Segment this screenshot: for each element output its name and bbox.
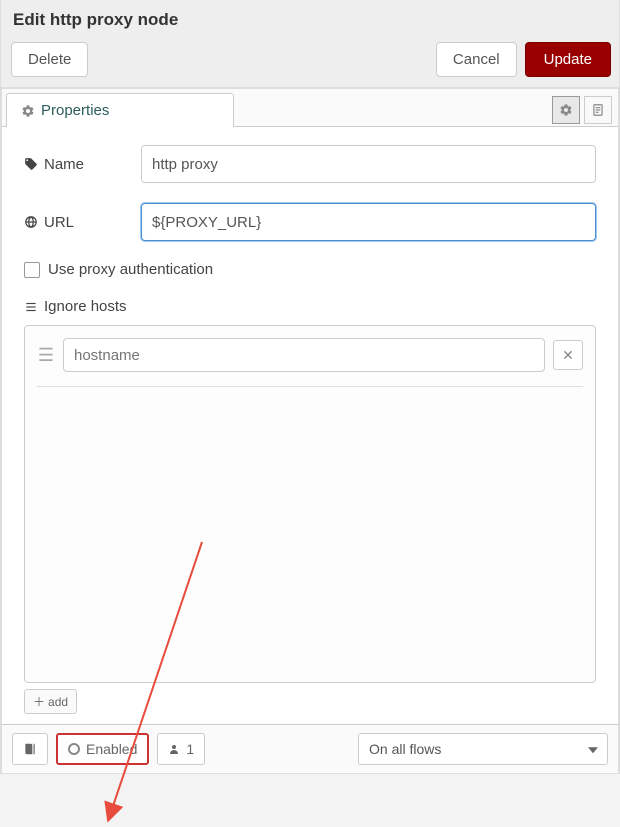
library-button[interactable]: [12, 733, 48, 765]
url-row: URL: [24, 203, 596, 241]
remove-host-button[interactable]: ✕: [553, 340, 583, 370]
dialog-title: Edit http proxy node: [13, 10, 611, 30]
hostname-input[interactable]: [63, 338, 545, 372]
dialog-header: Edit http proxy node Delete Cancel Updat…: [1, 0, 619, 88]
enabled-toggle[interactable]: Enabled: [56, 733, 149, 765]
name-input[interactable]: [141, 145, 596, 183]
settings-tab-button[interactable]: [552, 96, 580, 124]
book-icon: [23, 742, 37, 756]
use-auth-row[interactable]: Use proxy authentication: [24, 261, 596, 278]
delete-button[interactable]: Delete: [11, 42, 88, 77]
ignore-hosts-label: Ignore hosts: [24, 298, 596, 315]
footer: Enabled 1 On all flows: [2, 724, 618, 773]
form: Name URL Use proxy authentication: [2, 127, 618, 724]
use-auth-checkbox[interactable]: [24, 262, 40, 278]
url-label: URL: [24, 214, 129, 231]
scope-select[interactable]: On all flows: [358, 733, 608, 765]
tab-label: Properties: [41, 102, 109, 119]
header-button-row: Delete Cancel Update: [11, 42, 611, 77]
drag-handle-icon[interactable]: ☰: [37, 345, 55, 366]
tab-action-icons: [552, 89, 618, 126]
tag-icon: [24, 157, 38, 171]
instance-count-button[interactable]: 1: [157, 733, 205, 765]
name-label: Name: [24, 156, 129, 173]
close-icon: ✕: [562, 347, 574, 364]
gear-icon: [21, 104, 35, 118]
host-row: ☰ ✕: [37, 338, 583, 372]
cancel-button[interactable]: Cancel: [436, 42, 517, 77]
url-input[interactable]: [141, 203, 596, 241]
list-icon: [24, 300, 38, 314]
document-tab-button[interactable]: [584, 96, 612, 124]
circle-icon: [68, 743, 80, 755]
scope-select-wrap: On all flows: [358, 733, 608, 765]
add-host-button[interactable]: ＋ add: [24, 689, 77, 714]
plus-icon: ＋: [33, 693, 45, 710]
tabs: Properties: [2, 89, 618, 127]
ignore-hosts-box: ☰ ✕: [24, 325, 596, 683]
name-row: Name: [24, 145, 596, 183]
tab-properties[interactable]: Properties: [6, 93, 234, 127]
use-auth-label: Use proxy authentication: [48, 261, 213, 278]
dialog: Edit http proxy node Delete Cancel Updat…: [0, 0, 620, 774]
dialog-body: Properties Name: [1, 88, 619, 774]
globe-icon: [24, 215, 38, 229]
user-icon: [168, 743, 180, 755]
update-button[interactable]: Update: [525, 42, 611, 77]
